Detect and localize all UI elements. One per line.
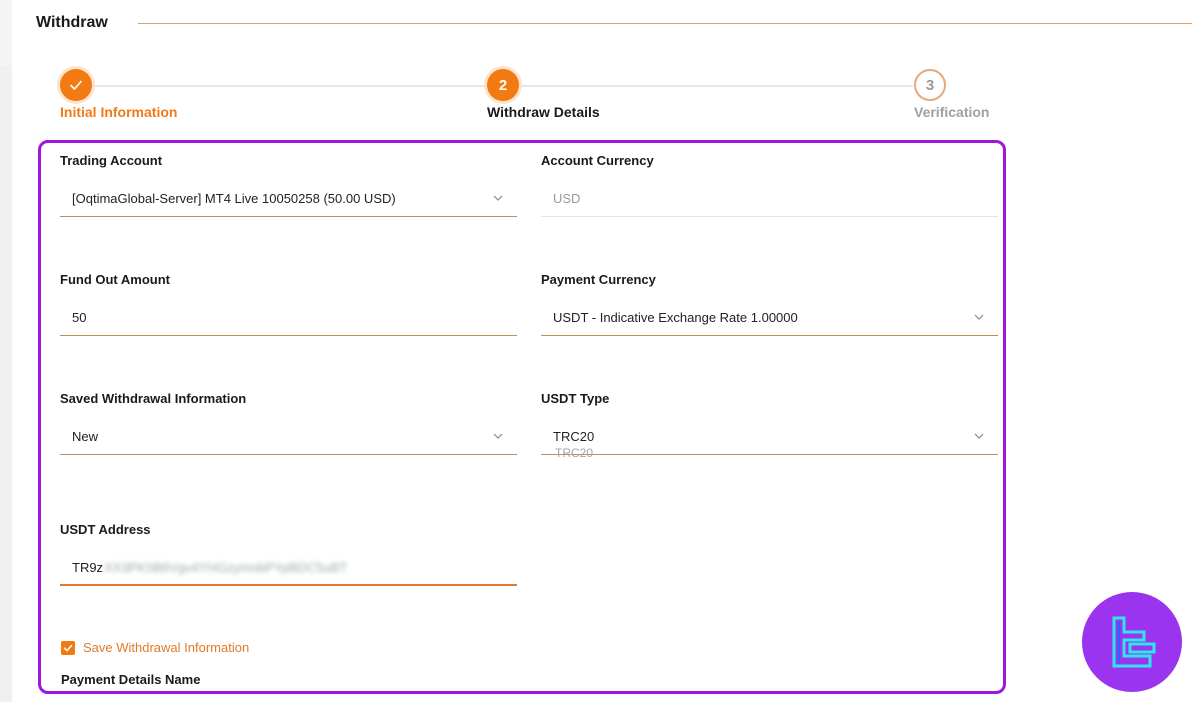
- usdt-type-value: TRC20: [553, 429, 595, 444]
- fund-out-amount-label: Fund Out Amount: [60, 272, 170, 287]
- account-currency-label: Account Currency: [541, 153, 654, 168]
- withdraw-stepper: 2 3 Initial Information Withdraw Details…: [0, 66, 1192, 126]
- usdt-address-obscured: XX3PK5B6Vgv4YHGzymobPYpBDC5uBT: [104, 559, 348, 575]
- account-currency-value: USD: [553, 191, 581, 206]
- account-currency-field: Account Currency USD: [541, 153, 998, 217]
- step-connector: [519, 85, 913, 87]
- trading-account-field: Trading Account [OqtimaGlobal-Server] MT…: [60, 153, 517, 217]
- withdraw-details-form: Trading Account [OqtimaGlobal-Server] MT…: [38, 140, 1006, 694]
- step-1-indicator[interactable]: [60, 69, 92, 101]
- fund-out-amount-value: 50: [72, 310, 87, 325]
- save-withdrawal-info-checkbox[interactable]: [61, 640, 75, 655]
- account-currency-input: USD: [541, 181, 998, 217]
- saved-withdrawal-info-value: New: [72, 429, 99, 444]
- chevron-down-icon: [974, 431, 984, 441]
- payment-details-name-label: Payment Details Name: [61, 672, 201, 687]
- usdt-address-label: USDT Address: [60, 522, 151, 537]
- step-connector: [92, 85, 486, 87]
- chevron-down-icon: [974, 312, 984, 322]
- tc-logo-icon: [1112, 616, 1156, 668]
- trading-account-label: Trading Account: [60, 153, 163, 168]
- saved-withdrawal-info-field: Saved Withdrawal Information New: [60, 391, 517, 455]
- usdt-address-field: USDT Address TR9z XX3PK5B6Vgv4YHGzymobPY…: [60, 522, 517, 586]
- usdt-address-value: TR9z: [72, 559, 104, 575]
- save-withdrawal-info-label[interactable]: Save Withdrawal Information: [83, 640, 249, 655]
- step-2-indicator: 2: [487, 69, 519, 101]
- payment-currency-select[interactable]: USDT - Indicative Exchange Rate 1.00000: [541, 300, 998, 336]
- check-icon: [70, 80, 82, 90]
- usdt-type-field: USDT Type TRC20: [541, 391, 998, 455]
- trading-account-select[interactable]: [OqtimaGlobal-Server] MT4 Live 10050258 …: [60, 181, 517, 217]
- payment-currency-field: Payment Currency USDT - Indicative Excha…: [541, 272, 998, 336]
- step-3-label: Verification: [914, 104, 990, 120]
- chevron-down-icon: [493, 431, 503, 441]
- page-title: Withdraw: [36, 14, 108, 31]
- chevron-down-icon: [493, 193, 503, 203]
- saved-withdrawal-info-label: Saved Withdrawal Information: [60, 391, 247, 406]
- step-2-label: Withdraw Details: [487, 104, 600, 120]
- saved-withdrawal-info-select[interactable]: New: [60, 419, 517, 455]
- header-divider: [138, 23, 1192, 24]
- fund-out-amount-field: Fund Out Amount 50: [60, 272, 517, 336]
- usdt-type-hint: TRC20: [555, 446, 594, 460]
- trading-account-value: [OqtimaGlobal-Server] MT4 Live 10050258 …: [72, 191, 396, 206]
- payment-currency-label: Payment Currency: [541, 272, 656, 287]
- page-header: Withdraw: [36, 14, 1192, 34]
- tc-logo: [1082, 592, 1182, 692]
- usdt-type-label: USDT Type: [541, 391, 610, 406]
- payment-currency-value: USDT - Indicative Exchange Rate 1.00000: [553, 310, 798, 325]
- step-3-indicator: 3: [914, 69, 946, 101]
- fund-out-amount-input[interactable]: 50: [60, 300, 517, 336]
- step-1-label[interactable]: Initial Information: [60, 104, 177, 120]
- save-withdrawal-info-option[interactable]: Save Withdrawal Information: [61, 640, 249, 655]
- usdt-address-input[interactable]: TR9z XX3PK5B6Vgv4YHGzymobPYpBDC5uBT: [60, 550, 517, 586]
- usdt-type-select[interactable]: TRC20: [541, 419, 998, 455]
- check-icon: [63, 644, 73, 651]
